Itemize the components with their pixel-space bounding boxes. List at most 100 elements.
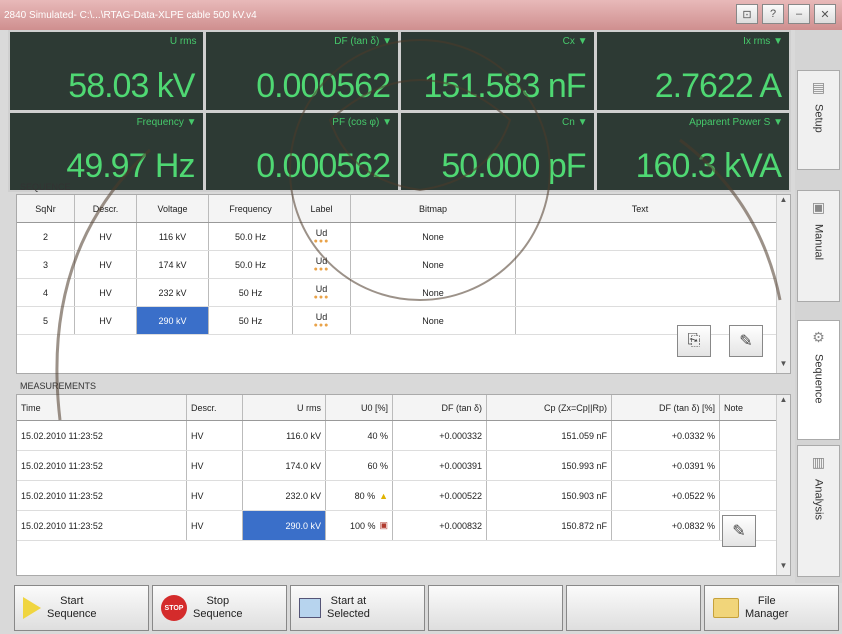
column-header[interactable]: Label	[293, 195, 351, 222]
readout-apparent-power[interactable]: Apparent Power S ▼ 160.3 kVA	[596, 112, 789, 190]
column-header[interactable]: Cp (Zx=Cp||Rp)	[487, 395, 612, 420]
column-header[interactable]: DF (tan δ)	[393, 395, 487, 420]
table-row[interactable]: 3 HV 174 kV 50.0 Hz Ud ●●● None	[17, 251, 790, 279]
tab-label: Manual	[812, 224, 825, 261]
column-header[interactable]: Time	[17, 395, 187, 420]
file-manager-button[interactable]: File Manager	[704, 585, 839, 631]
readout-value: 151.583 nF	[423, 66, 586, 105]
setup-icon: ▤	[811, 79, 826, 95]
screenshot-icon[interactable]: ⊡	[736, 4, 758, 24]
column-header[interactable]: Bitmap	[351, 195, 516, 222]
readout-label: Ix rms ▼	[743, 36, 783, 47]
readout-label: Frequency ▼	[136, 116, 197, 128]
cell: 50.0 Hz	[209, 251, 293, 278]
error-icon: ▣	[379, 520, 388, 530]
cell: Ud	[315, 228, 328, 238]
table-header: SqNr Descr. Voltage Frequency Label Bitm…	[17, 195, 790, 223]
tab-analysis[interactable]: ▥ Analysis	[797, 445, 840, 577]
column-header[interactable]: Frequency	[209, 195, 293, 222]
readout-cn[interactable]: Cn ▼ 50.000 pF	[401, 112, 594, 190]
column-header[interactable]: U rms	[243, 395, 326, 420]
cell: 150.903 nF	[487, 481, 612, 510]
column-header[interactable]: U0 [%]	[326, 395, 393, 420]
column-header[interactable]: Voltage	[137, 195, 209, 222]
cell: 100 %	[349, 520, 376, 531]
table-row[interactable]: 2 HV 116 kV 50.0 Hz Ud ●●● None	[17, 223, 790, 251]
status-dots-icon: ●●●	[313, 238, 330, 245]
readout-label: DF (tan δ) ▼	[334, 36, 392, 47]
readout-pf[interactable]: PF (cos φ) ▼ 0.000562	[205, 112, 398, 190]
u0-cell: 100 % ▣	[326, 511, 393, 540]
button-label: Start at	[330, 595, 367, 607]
cell: 3	[17, 251, 75, 278]
empty-button[interactable]	[566, 585, 701, 631]
cell: Ud	[315, 312, 328, 322]
table-row[interactable]: 15.02.2010 11:23:52 HV 232.0 kV 80 % ▲ +0…	[17, 481, 790, 511]
tab-manual[interactable]: ▣ Manual	[797, 190, 840, 302]
readout-frequency[interactable]: Frequency ▼ 49.97 Hz	[10, 112, 203, 190]
scroll-down-icon[interactable]: ▼	[777, 359, 790, 373]
selected-cell[interactable]: 290.0 kV	[243, 511, 326, 540]
cell: 232.0 kV	[243, 481, 326, 510]
tab-sequence[interactable]: ⚙ Sequence	[797, 320, 840, 440]
cell: 150.872 nF	[487, 511, 612, 540]
cell: 151.059 nF	[487, 421, 612, 450]
scroll-up-icon[interactable]: ▲	[777, 395, 790, 409]
cell: None	[351, 307, 516, 334]
sequence-table: SqNr Descr. Voltage Frequency Label Bitm…	[16, 194, 791, 374]
readout-value: 58.03 kV	[68, 66, 195, 105]
cell: +0.0332 %	[612, 421, 720, 450]
edit-sequence-button[interactable]: ✎	[729, 325, 763, 357]
readout-df[interactable]: DF (tan δ) ▼ 0.000562	[205, 32, 398, 110]
cell	[516, 307, 764, 334]
cell: 4	[17, 279, 75, 306]
stop-icon: STOP	[161, 595, 187, 621]
empty-button[interactable]	[428, 585, 563, 631]
button-label: Stop	[206, 595, 230, 607]
table-row[interactable]: 15.02.2010 11:23:52 HV 290.0 kV 100 % ▣ +…	[17, 511, 790, 541]
start-sequence-button[interactable]: Start Sequence	[14, 585, 149, 631]
sequence-scrollbar[interactable]: ▲ ▼	[776, 195, 790, 373]
column-header[interactable]: Descr.	[75, 195, 137, 222]
scroll-down-icon[interactable]: ▼	[777, 561, 790, 575]
table-row[interactable]: 4 HV 232 kV 50 Hz Ud ●●● None	[17, 279, 790, 307]
measurements-scrollbar[interactable]: ▲ ▼	[776, 395, 790, 575]
column-header[interactable]: DF (tan δ) [%]	[612, 395, 720, 420]
cell: Ud	[315, 256, 328, 266]
readout-panel: U rms 58.03 kV DF (tan δ) ▼ 0.000562 Cx ▼ 1…	[8, 30, 791, 192]
tab-label: Sequence	[812, 354, 825, 404]
cell: 50 Hz	[209, 307, 293, 334]
column-header[interactable]: Text	[516, 195, 764, 222]
cell: HV	[187, 421, 243, 450]
u0-cell: 80 % ▲	[326, 481, 393, 510]
warning-icon: ▲	[379, 490, 388, 501]
tab-setup[interactable]: ▤ Setup	[797, 70, 840, 170]
cell: +0.000332	[393, 421, 487, 450]
selected-cell[interactable]: 290 kV	[137, 307, 209, 334]
help-icon[interactable]: ?	[762, 4, 784, 24]
column-header[interactable]: Note	[720, 395, 766, 420]
stop-sequence-button[interactable]: STOP Stop Sequence	[152, 585, 287, 631]
measurements-title: MEASUREMENTS	[20, 381, 97, 391]
readout-cx[interactable]: Cx ▼ 151.583 nF	[401, 32, 594, 110]
readout-ix[interactable]: Ix rms ▼ 2.7622 A	[596, 32, 789, 110]
column-header[interactable]: SqNr	[17, 195, 75, 222]
table-row[interactable]: 15.02.2010 11:23:52 HV 174.0 kV 60 % +0.…	[17, 451, 790, 481]
minimize-icon[interactable]: –	[788, 4, 810, 24]
cell: HV	[75, 251, 137, 278]
close-icon[interactable]: ✕	[814, 4, 836, 24]
button-label: File	[757, 595, 776, 607]
insert-step-button[interactable]: ⎘	[677, 325, 711, 357]
edit-note-button[interactable]: ✎	[722, 515, 756, 547]
title-bar: 2840 Simulated- C:\...\RTAG-Data-XLPE ca…	[0, 0, 842, 30]
scroll-up-icon[interactable]: ▲	[777, 195, 790, 209]
bottom-toolbar: Start Sequence STOP Stop Sequence Start at…	[8, 583, 842, 634]
window-title: 2840 Simulated- C:\...\RTAG-Data-XLPE ca…	[4, 9, 257, 21]
table-row[interactable]: 5 HV 290 kV 50 Hz Ud ●●● None	[17, 307, 790, 335]
column-header[interactable]: Descr.	[187, 395, 243, 420]
start-at-selected-button[interactable]: Start at Selected	[290, 585, 425, 631]
insert-icon: ⎘	[687, 332, 701, 349]
cell: HV	[187, 511, 243, 540]
table-row[interactable]: 15.02.2010 11:23:52 HV 116.0 kV 40 % +0.…	[17, 421, 790, 451]
readout-urms[interactable]: U rms 58.03 kV	[10, 32, 203, 110]
